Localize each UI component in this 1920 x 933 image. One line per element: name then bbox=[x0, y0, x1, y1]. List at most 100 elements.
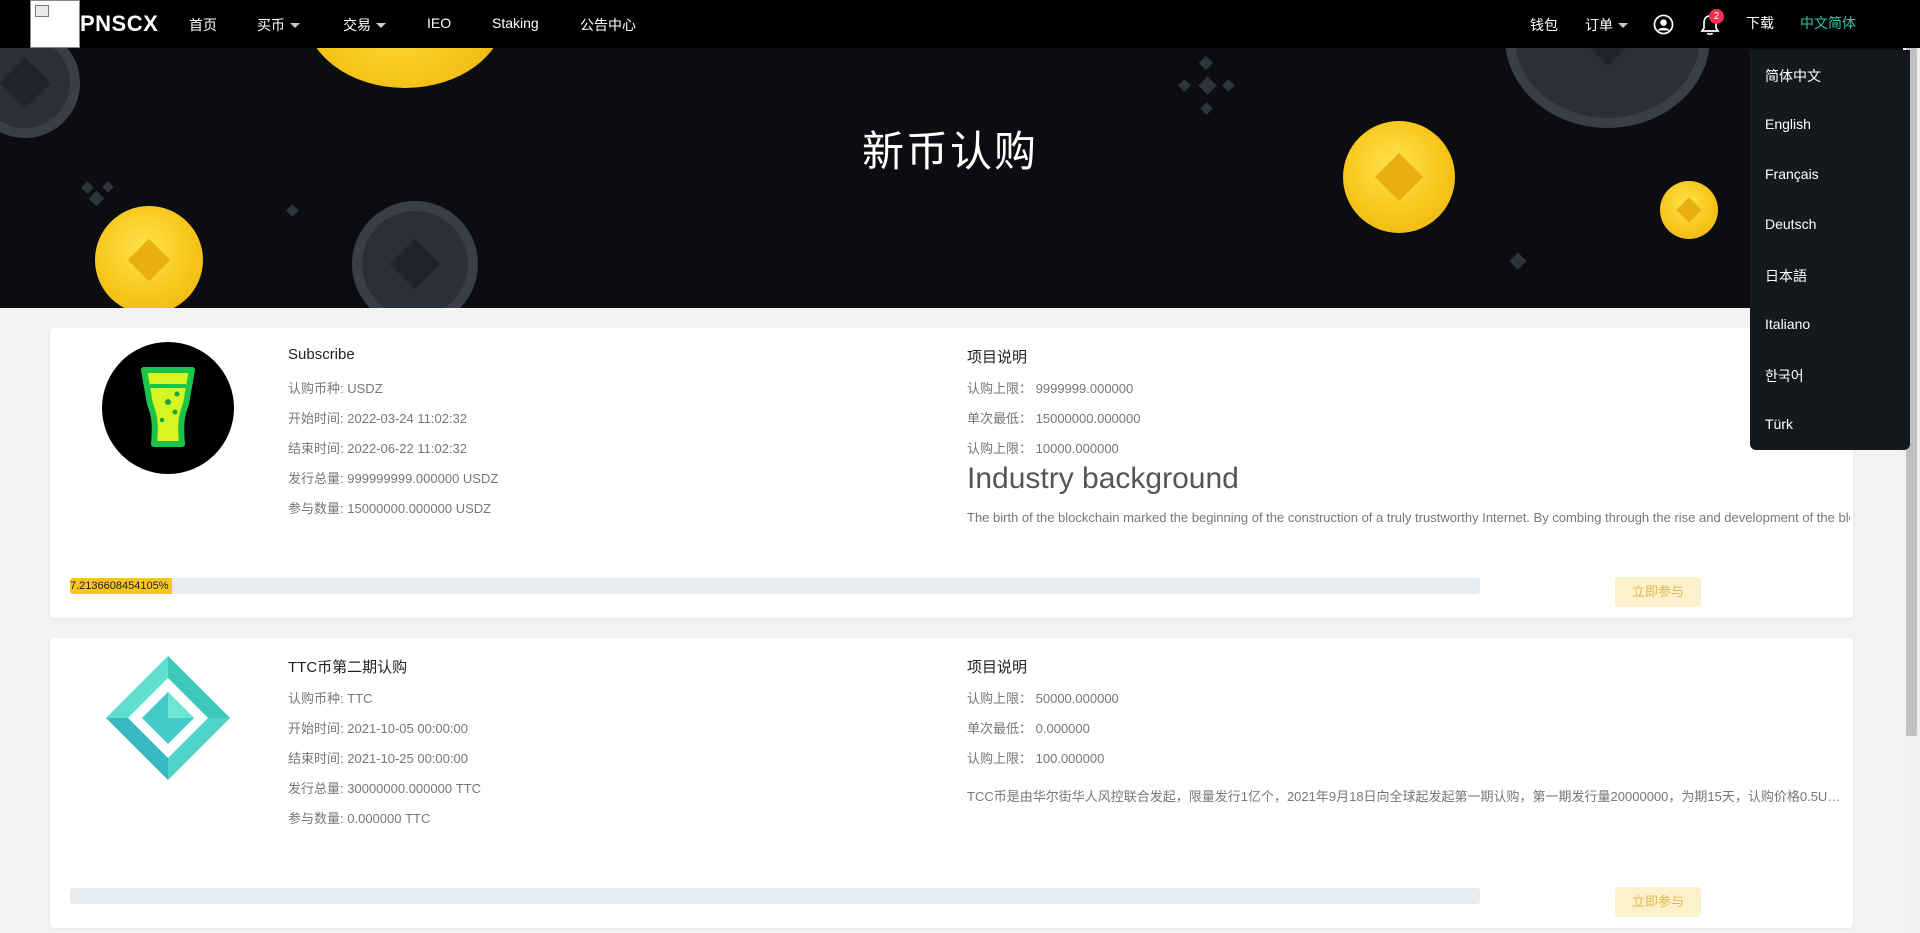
total-issued: 发行总量: 999999999.000000 USDZ bbox=[288, 468, 498, 487]
nav-buy-coin[interactable]: 买币 bbox=[257, 15, 300, 35]
language-option-de[interactable]: Deutsch bbox=[1765, 216, 1816, 232]
ttc-coin-logo-icon bbox=[106, 656, 230, 780]
nav-buy-coin-label: 买币 bbox=[257, 17, 285, 33]
subscribe-coin: 认购币种: USDZ bbox=[288, 378, 383, 397]
join-now-button[interactable]: 立即参与 bbox=[1615, 887, 1701, 917]
subscribe-max: 认购上限： 9999999.000000 bbox=[967, 378, 1133, 397]
logo-image[interactable] bbox=[30, 0, 80, 48]
decorative-coin bbox=[1660, 181, 1718, 239]
subscribe-max-2: 认购上限： 10000.000000 bbox=[967, 438, 1119, 457]
value: 15000000.000000 USDZ bbox=[347, 501, 492, 516]
end-time: 结束时间: 2022-06-22 11:02:32 bbox=[288, 438, 467, 457]
progress-fill: 7.2136608454105% bbox=[70, 578, 172, 594]
value: 999999999.000000 USDZ bbox=[347, 471, 499, 486]
value: 2022-06-22 11:02:32 bbox=[347, 441, 467, 456]
value: 10000.000000 bbox=[1035, 441, 1119, 456]
subscribe-max: 认购上限： 50000.000000 bbox=[967, 688, 1119, 707]
label: 结束时间: bbox=[288, 441, 344, 456]
value: 2021-10-05 00:00:00 bbox=[347, 721, 468, 736]
value: TTC bbox=[347, 691, 373, 706]
page-title: 新币认购 bbox=[861, 128, 1038, 175]
value: 15000000.000000 bbox=[1035, 411, 1141, 426]
value: 2022-03-24 11:02:32 bbox=[347, 411, 467, 426]
project-card: Subscribe 认购币种: USDZ 开始时间: 2022-03-24 11… bbox=[50, 328, 1853, 618]
value: USDZ bbox=[347, 381, 383, 396]
language-option-ja[interactable]: 日本語 bbox=[1765, 266, 1807, 286]
progress-bar bbox=[70, 888, 1480, 904]
value: 50000.000000 bbox=[1035, 691, 1119, 706]
label: 发行总量: bbox=[288, 471, 344, 486]
project-card: TTC币第二期认购 认购币种: TTC 开始时间: 2021-10-05 00:… bbox=[50, 638, 1853, 928]
start-time: 开始时间: 2022-03-24 11:02:32 bbox=[288, 408, 467, 427]
project-title: TTC币第二期认购 bbox=[288, 659, 408, 676]
label: 认购上限： bbox=[967, 691, 1033, 706]
industry-background-heading: Industry background bbox=[967, 462, 1239, 495]
chevron-down-icon bbox=[376, 23, 386, 28]
description-title: 项目说明 bbox=[967, 659, 1028, 676]
join-now-button[interactable]: 立即参与 bbox=[1615, 577, 1701, 607]
label: 参与数量: bbox=[288, 501, 344, 516]
nav-announcements[interactable]: 公告中心 bbox=[580, 15, 636, 35]
project-title: Subscribe bbox=[288, 346, 355, 363]
value: 30000000.000000 TTC bbox=[347, 781, 481, 796]
decorative-coin bbox=[95, 206, 203, 308]
single-min: 单次最低： 0.000000 bbox=[967, 718, 1090, 737]
language-option-tr[interactable]: Türk bbox=[1765, 416, 1793, 432]
label: 认购上限： bbox=[967, 441, 1033, 456]
total-issued: 发行总量: 30000000.000000 TTC bbox=[288, 778, 481, 797]
value: 2021-10-25 00:00:00 bbox=[347, 751, 468, 766]
language-option-fr[interactable]: Français bbox=[1765, 166, 1819, 182]
language-dropdown-menu: 简体中文 English Français Deutsch 日本語 Italia… bbox=[1750, 50, 1910, 450]
subscribe-max-2: 认购上限： 100.000000 bbox=[967, 748, 1104, 767]
value: 0.000000 TTC bbox=[347, 811, 431, 826]
nav-wallet[interactable]: 钱包 bbox=[1530, 15, 1558, 35]
language-option-it[interactable]: Italiano bbox=[1765, 316, 1810, 332]
hero-banner: 新币认购 bbox=[0, 48, 1920, 308]
label: 认购上限： bbox=[967, 751, 1033, 766]
value: 9999999.000000 bbox=[1035, 381, 1134, 396]
label: 认购币种: bbox=[288, 381, 344, 396]
nav-home[interactable]: 首页 bbox=[189, 15, 217, 35]
nav-download[interactable]: 下载 bbox=[1746, 13, 1774, 33]
language-option-en[interactable]: English bbox=[1765, 116, 1811, 132]
subscribe-coin: 认购币种: TTC bbox=[288, 688, 373, 707]
top-navbar: PNSCX 首页 买币 交易 IEO Staking 公告中心 钱包 订单 2 … bbox=[0, 0, 1920, 48]
project-description-text: TCC币是由华尔街华人风控联合发起，限量发行1亿个，2021年9月18日向全球起… bbox=[967, 789, 1842, 804]
nav-trade[interactable]: 交易 bbox=[343, 15, 386, 35]
decorative-coin bbox=[1505, 48, 1710, 128]
label: 认购上限： bbox=[967, 381, 1033, 396]
decorative-coin bbox=[352, 201, 478, 308]
label: 开始时间: bbox=[288, 721, 344, 736]
nav-staking[interactable]: Staking bbox=[492, 15, 539, 31]
label: 发行总量: bbox=[288, 781, 344, 796]
industry-background-text: The birth of the blockchain marked the b… bbox=[967, 510, 1850, 525]
progress-bar: 7.2136608454105% bbox=[70, 578, 1480, 594]
nav-orders-label: 订单 bbox=[1585, 17, 1613, 33]
description-title: 项目说明 bbox=[967, 349, 1028, 366]
usdz-coin-logo-icon bbox=[102, 342, 234, 474]
joined-amount: 参与数量: 0.000000 TTC bbox=[288, 808, 430, 827]
label: 结束时间: bbox=[288, 751, 344, 766]
value: 100.000000 bbox=[1035, 751, 1105, 766]
label: 开始时间: bbox=[288, 411, 344, 426]
chevron-down-icon bbox=[1618, 23, 1628, 28]
end-time: 结束时间: 2021-10-25 00:00:00 bbox=[288, 748, 468, 767]
nav-ieo[interactable]: IEO bbox=[427, 15, 451, 31]
decorative-coin bbox=[305, 48, 505, 88]
label: 单次最低： bbox=[967, 721, 1033, 736]
language-option-zh[interactable]: 简体中文 bbox=[1765, 66, 1821, 86]
label: 单次最低： bbox=[967, 411, 1033, 426]
notification-badge: 2 bbox=[1709, 9, 1724, 24]
label: 参与数量: bbox=[288, 811, 344, 826]
user-account-icon[interactable] bbox=[1653, 14, 1674, 35]
brand-name[interactable]: PNSCX bbox=[80, 11, 158, 37]
value: 0.000000 bbox=[1035, 721, 1090, 736]
label: 认购币种: bbox=[288, 691, 344, 706]
language-selector[interactable]: 中文简体 bbox=[1800, 13, 1856, 33]
language-option-ko[interactable]: 한국어 bbox=[1765, 366, 1804, 386]
chevron-down-icon bbox=[290, 23, 300, 28]
single-min: 单次最低： 15000000.000000 bbox=[967, 408, 1140, 427]
start-time: 开始时间: 2021-10-05 00:00:00 bbox=[288, 718, 468, 737]
joined-amount: 参与数量: 15000000.000000 USDZ bbox=[288, 498, 491, 517]
nav-orders[interactable]: 订单 bbox=[1585, 15, 1628, 35]
